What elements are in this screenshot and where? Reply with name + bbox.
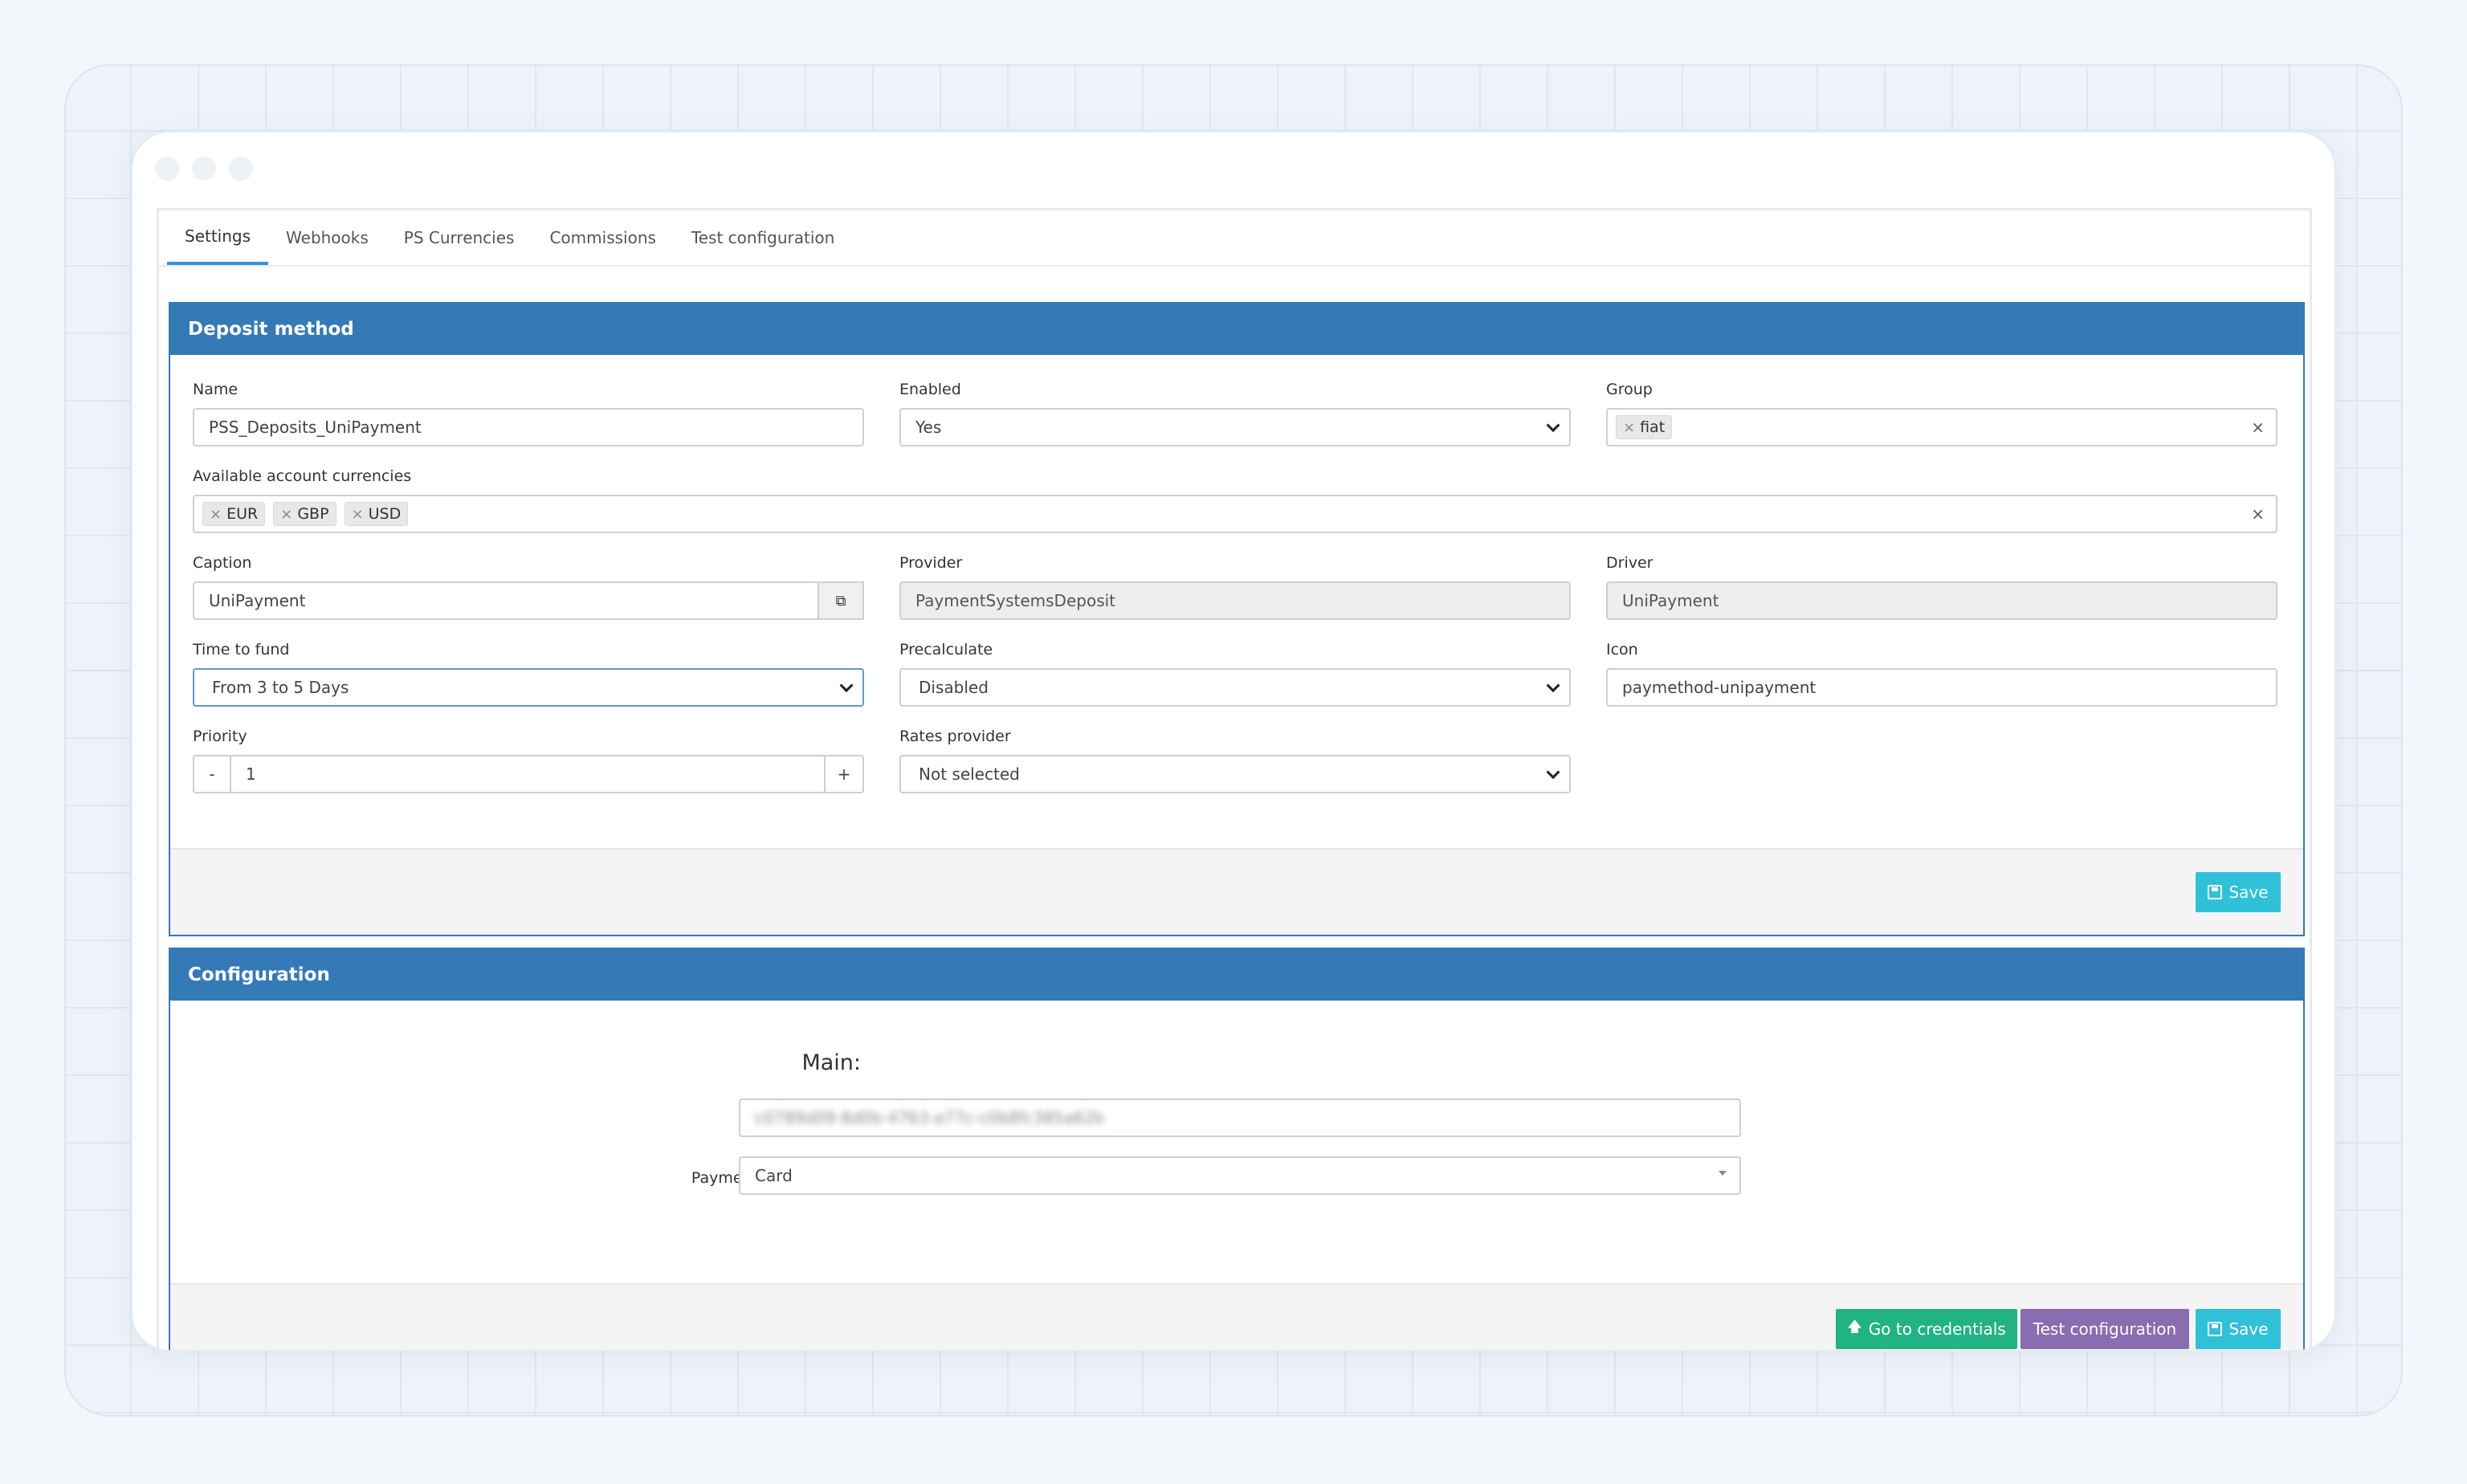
currency-tag[interactable]: × USD [344,502,409,526]
tab-webhooks[interactable]: Webhooks [268,209,386,265]
priority-decrement-button[interactable]: - [194,756,231,792]
group-tag-label: fiat [1640,418,1666,436]
tab-bar: Settings Webhooks PS Currencies Commissi… [159,210,2310,267]
config-save-label: Save [2228,1319,2269,1339]
window-dot-maximize[interactable] [229,157,253,181]
payment-method-type-value: Card [755,1166,793,1185]
time-to-fund-select[interactable]: From 3 to 5 Days [193,668,864,707]
priority-label: Priority [193,728,247,745]
priority-value[interactable]: 1 [231,764,824,784]
browser-window: Settings Webhooks PS Currencies Commissi… [131,131,2336,1352]
currency-tag[interactable]: × EUR [202,502,266,526]
payment-method-type-select[interactable]: Card [739,1156,1741,1195]
icon-value: paymethod-unipayment [1622,678,1817,697]
time-to-fund-value: From 3 to 5 Days [212,678,349,697]
go-to-credentials-button[interactable]: 🡅 Go to credentials [1836,1309,2017,1349]
deposit-method-title: Deposit method [170,304,2303,355]
chevron-down-icon [839,679,854,693]
precalculate-select[interactable]: Disabled [899,668,1571,707]
tab-commissions[interactable]: Commissions [532,209,673,265]
deposit-method-panel: Deposit method Name PSS_Deposits_UniPaym… [169,302,2305,936]
icon-label: Icon [1606,641,1638,658]
configuration-panel: Configuration Main: Application ID c0789… [169,948,2305,1350]
translate-button[interactable]: ⧉ [818,581,864,620]
clear-icon[interactable]: × [2251,418,2265,437]
deposit-panel-footer: Save [170,848,2303,935]
caption-label: Caption [193,554,252,572]
currency-tag-label: EUR [226,505,259,523]
currencies-multiselect[interactable]: × EUR × GBP × USD × [193,495,2277,533]
tag-remove-icon[interactable]: × [352,506,364,523]
application-id-input[interactable]: c0789d09-8d0b-4763-a77c-c0b8fc385a62b [739,1099,1741,1137]
group-multiselect[interactable]: × fiat × [1606,408,2277,446]
provider-value: PaymentSystemsDeposit [915,591,1116,610]
provider-label: Provider [899,554,963,572]
chevron-down-icon [1546,765,1560,780]
enabled-value: Yes [915,418,942,437]
currencies-label: Available account currencies [193,467,412,485]
save-button-label: Save [2228,883,2269,902]
go-to-credentials-label: Go to credentials [1868,1319,2006,1339]
window-dot-minimize[interactable] [192,157,216,181]
name-input[interactable]: PSS_Deposits_UniPayment [193,408,864,446]
caption-value: UniPayment [209,591,306,610]
test-configuration-label: Test configuration [2033,1319,2177,1339]
priority-stepper: - 1 + [193,755,864,793]
name-label: Name [193,381,239,398]
name-value: PSS_Deposits_UniPayment [209,418,422,437]
provider-input: PaymentSystemsDeposit [899,581,1571,620]
rates-provider-label: Rates provider [899,728,1011,745]
config-save-button[interactable]: Save [2196,1309,2281,1349]
group-tag[interactable]: × fiat [1616,415,1673,439]
application-id-value: c0789d09-8d0b-4763-a77c-c0b8fc385a62b [755,1108,1105,1127]
window-controls [155,157,253,181]
configuration-title: Configuration [170,949,2303,1001]
tag-remove-icon[interactable]: × [210,506,222,523]
translate-icon: ⧉ [835,592,846,610]
currency-tag-label: GBP [297,505,329,523]
enabled-select[interactable]: Yes [899,408,1571,446]
tag-remove-icon[interactable]: × [1623,419,1635,436]
chevron-down-icon [1546,679,1560,693]
configuration-panel-footer: 🡅 Go to credentials Test configuration S… [170,1283,2303,1350]
save-button[interactable]: Save [2196,872,2281,912]
icon-input[interactable]: paymethod-unipayment [1606,668,2277,707]
priority-increment-button[interactable]: + [824,756,862,792]
save-icon [2208,1322,2223,1336]
save-icon [2208,885,2223,899]
caret-down-icon [1719,1171,1727,1176]
rates-provider-value: Not selected [919,764,1020,784]
test-configuration-button[interactable]: Test configuration [2020,1309,2189,1349]
tab-ps-currencies[interactable]: PS Currencies [386,209,532,265]
driver-label: Driver [1606,554,1654,572]
tag-remove-icon[interactable]: × [280,506,292,523]
precalculate-value: Disabled [919,678,989,697]
precalculate-label: Precalculate [899,641,993,658]
app-content: Settings Webhooks PS Currencies Commissi… [157,208,2312,1350]
window-dot-close[interactable] [155,157,179,181]
enabled-label: Enabled [899,381,961,398]
arrow-up-icon: 🡅 [1847,1319,1862,1335]
currency-tag[interactable]: × GBP [273,502,336,526]
driver-value: UniPayment [1622,591,1719,610]
driver-input: UniPayment [1606,581,2277,620]
tab-settings[interactable]: Settings [167,209,269,265]
tab-test-configuration[interactable]: Test configuration [674,209,852,265]
time-to-fund-label: Time to fund [193,641,290,658]
group-label: Group [1606,381,1653,398]
clear-icon[interactable]: × [2251,504,2265,524]
main-section-label: Main: [801,1050,861,1075]
currency-tag-label: USD [368,505,402,523]
chevron-down-icon [1546,418,1560,433]
rates-provider-select[interactable]: Not selected [899,755,1571,793]
caption-input[interactable]: UniPayment [193,581,819,620]
